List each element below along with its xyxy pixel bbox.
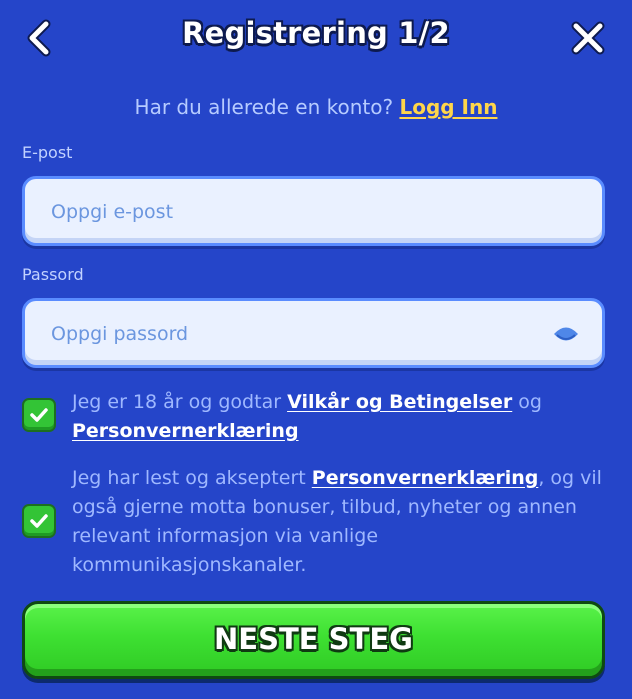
header: Registrering 1/2	[0, 0, 632, 76]
eye-icon	[554, 327, 578, 341]
terms-text-before: Jeg er 18 år og godtar	[72, 391, 282, 413]
password-field-container[interactable]	[22, 298, 605, 368]
show-password-toggle[interactable]	[552, 323, 580, 345]
email-input[interactable]	[49, 193, 533, 231]
terms-text: Jeg er 18 år og godtar Vilkår og Betinge…	[72, 388, 602, 446]
close-button[interactable]	[568, 18, 608, 58]
marketing-checkbox[interactable]	[22, 504, 56, 538]
marketing-text-before: Jeg har lest og akseptert	[72, 467, 306, 489]
email-field-container[interactable]	[22, 176, 605, 246]
checkmark-icon	[30, 514, 48, 528]
password-label: Passord	[22, 265, 84, 284]
marketing-privacy-link[interactable]: Personvernerklæring	[312, 467, 539, 489]
password-input[interactable]	[49, 315, 533, 353]
checkmark-icon	[30, 408, 48, 422]
login-prompt-text: Har du allerede en konto?	[134, 95, 394, 119]
privacy-policy-link[interactable]: Personvernerklæring	[72, 420, 299, 442]
login-link[interactable]: Logg Inn	[399, 95, 497, 119]
next-step-button[interactable]: NESTE STEG	[22, 601, 605, 679]
login-prompt: Har du allerede en konto? Logg Inn	[0, 95, 632, 119]
terms-text-mid: og	[518, 391, 542, 413]
email-label: E-post	[22, 143, 73, 162]
close-icon	[571, 21, 605, 55]
terms-checkbox[interactable]	[22, 398, 56, 432]
terms-conditions-link[interactable]: Vilkår og Betingelser	[287, 391, 512, 413]
next-step-label: NESTE STEG	[214, 622, 413, 656]
page-title: Registrering 1/2	[182, 16, 450, 50]
marketing-text: Jeg har lest og akseptert Personvernerkl…	[72, 464, 602, 580]
